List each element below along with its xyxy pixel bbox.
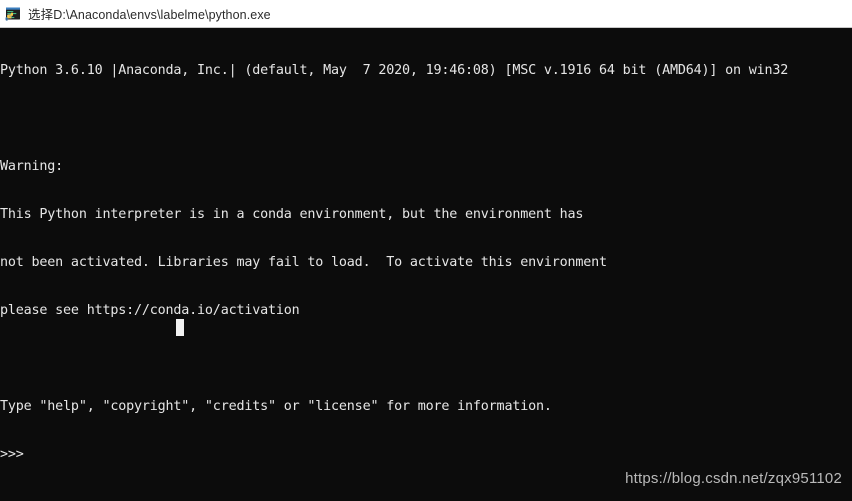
console-window: 选择D:\Anaconda\envs\labelme\python.exe Py… bbox=[0, 0, 852, 501]
console-line: Type "help", "copyright", "credits" or "… bbox=[0, 399, 552, 414]
console-output-area[interactable]: Python 3.6.10 |Anaconda, Inc.| (default,… bbox=[0, 28, 852, 501]
console-line: Python 3.6.10 |Anaconda, Inc.| (default,… bbox=[0, 63, 789, 78]
console-line: This Python interpreter is in a conda en… bbox=[0, 207, 584, 222]
console-text: Python 3.6.10 |Anaconda, Inc.| (default,… bbox=[0, 31, 788, 495]
python-console-icon bbox=[5, 6, 21, 22]
block-cursor bbox=[176, 319, 184, 336]
window-titlebar: 选择D:\Anaconda\envs\labelme\python.exe bbox=[0, 0, 852, 28]
console-line: Warning: bbox=[0, 159, 64, 174]
window-title: 选择D:\Anaconda\envs\labelme\python.exe bbox=[28, 8, 271, 22]
console-prompt-line: >>> bbox=[0, 447, 24, 462]
console-line: please see https://conda.io/activation bbox=[0, 303, 300, 318]
watermark-text: https://blog.csdn.net/zqx951102 bbox=[625, 470, 842, 487]
console-line: not been activated. Libraries may fail t… bbox=[0, 255, 607, 270]
